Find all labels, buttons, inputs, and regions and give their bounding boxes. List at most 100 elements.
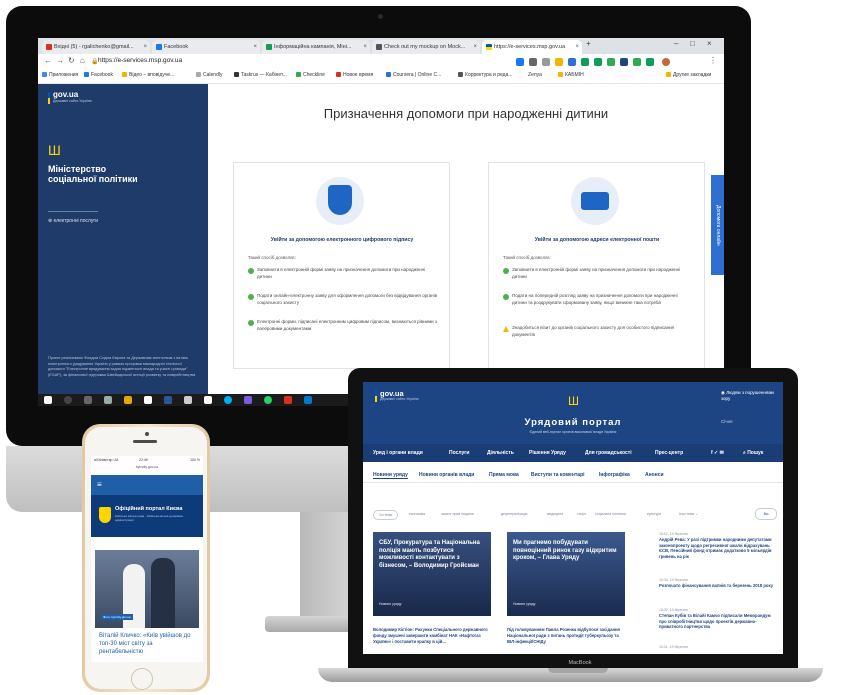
tab-gov-news[interactable]: Новини уряду [373, 472, 408, 479]
news-card-image[interactable]: Ми прагнемо побудувати повноцінний ринок… [507, 532, 625, 616]
app-icon[interactable] [204, 396, 212, 404]
nav-item[interactable]: Для громадськості [585, 450, 632, 456]
help-online-button[interactable]: Допомога онлайн [711, 175, 724, 275]
bookmark-item[interactable]: Відео – вповідуче... [122, 72, 174, 78]
nav-item[interactable]: Послуги [449, 450, 469, 456]
side-news-item[interactable]: 18:02, 19 березня Андрій Рева: У разі пі… [659, 532, 779, 559]
reload-icon[interactable]: ↻ [68, 56, 75, 65]
windows-start-icon[interactable] [44, 396, 52, 404]
search-link[interactable]: ⌕ Пошук [743, 450, 763, 456]
extension-icon[interactable] [620, 58, 628, 66]
search-icon[interactable] [64, 396, 72, 404]
browser-tab[interactable]: Інформаційна кампанія, Міні... × [262, 40, 370, 54]
task-view-icon[interactable] [84, 396, 92, 404]
topic-pill[interactable]: економіка [409, 510, 425, 518]
close-window-icon[interactable]: × [707, 39, 712, 48]
outlook-icon[interactable] [304, 396, 312, 404]
tab-speeches[interactable]: Виступи та коментарі [531, 472, 585, 478]
topic-pill-more[interactable]: Інші теми ⌄ [679, 510, 698, 518]
star-icon[interactable] [542, 58, 550, 66]
nav-item[interactable]: Діяльність [487, 450, 514, 456]
login-link[interactable]: Січня [721, 419, 733, 424]
gov-ua-link[interactable]: gov.ua [53, 90, 78, 99]
tab-infographics[interactable]: Інфографіка [599, 472, 630, 478]
close-tab-icon[interactable]: × [575, 40, 579, 54]
app-icon[interactable] [184, 396, 192, 404]
url-field[interactable]: https://e-services.msp.gov.ua [98, 57, 182, 64]
browser-tab-active[interactable]: https://e-services.msp.gov.ua × [482, 40, 582, 54]
bookmark-item[interactable]: Zenya [528, 72, 542, 78]
news-headline[interactable]: Віталій Кличко: «Київ увійшов до топ-30 … [99, 632, 197, 656]
browser-tab[interactable]: Facebook × [152, 40, 260, 54]
extension-icon[interactable] [594, 58, 602, 66]
topic-pill[interactable]: медицина [547, 510, 563, 518]
bookmark-item[interactable]: Calendly [196, 72, 222, 78]
extension-icon[interactable] [555, 58, 563, 66]
word-icon[interactable] [164, 396, 172, 404]
nav-item[interactable]: Прес-центр [655, 450, 683, 456]
tab-announcements[interactable]: Анонси [645, 472, 664, 478]
kyiv-portal-banner[interactable]: Офіційний портал Києва Київська міська р… [91, 495, 203, 537]
portal-title[interactable]: Урядовий портал [473, 417, 673, 428]
bookmark-item[interactable]: Корректура и реда... [458, 72, 513, 78]
bookmark-item[interactable]: Taskrus — Кабінет... [234, 72, 287, 78]
bookmark-item[interactable]: Facebook [84, 72, 113, 78]
tab-direct-speech[interactable]: Пряма мова [489, 472, 519, 478]
ministry-title[interactable]: Міністерство соціальної політики [48, 164, 148, 184]
side-news-item[interactable]: 16:32, 19 березня Степан Кубів та Вілайі… [659, 608, 779, 630]
kebab-menu-icon[interactable]: ⋮ [709, 56, 717, 65]
extension-icon[interactable] [529, 58, 537, 66]
folder-icon[interactable] [124, 396, 132, 404]
bookmark-item[interactable]: КАБМІН [558, 72, 584, 78]
topic-pill[interactable]: спорт [577, 510, 586, 518]
nav-item[interactable]: Рішення Уряду [529, 450, 566, 456]
topic-pill[interactable]: захист прав людини [441, 510, 474, 518]
topic-pill[interactable]: децентралізація [501, 510, 527, 518]
news-card-image[interactable]: СБУ, Прокуратура та Національна поліція … [373, 532, 491, 616]
skype-icon[interactable] [224, 396, 232, 404]
app-icon[interactable] [104, 396, 112, 404]
topic-pill[interactable]: культура [647, 510, 661, 518]
app-icon[interactable] [144, 396, 152, 404]
bookmark-item[interactable]: Coursera | Online C... [386, 72, 441, 78]
nav-item[interactable]: Уряд і органи влади [373, 450, 423, 456]
iphone-home-button[interactable] [131, 668, 153, 690]
browser-tab[interactable]: Вхідні (5) - rgalichenko@gmail... × [42, 40, 150, 54]
extension-icon[interactable] [633, 58, 641, 66]
card-title[interactable]: Увійти за допомогою електронного цифрово… [242, 237, 442, 243]
side-news-item[interactable]: 16:31, 19 березня [659, 645, 779, 649]
browser-tab[interactable]: Check out my mockup on Mock... × [372, 40, 480, 54]
new-tab-icon[interactable]: + [586, 39, 591, 48]
login-card-eds[interactable]: Увійти за допомогою електронного цифрово… [233, 162, 450, 369]
news-search-button[interactable]: Всі [755, 508, 777, 520]
maximize-icon[interactable]: □ [690, 39, 695, 48]
minimize-icon[interactable]: – [674, 39, 678, 48]
bookmark-item[interactable]: Новое время [336, 72, 373, 78]
bookmark-item[interactable]: Приложения [42, 72, 78, 78]
forward-icon[interactable]: → [56, 56, 64, 65]
login-card-email[interactable]: Увійти за допомогою адреси електронної п… [488, 162, 705, 369]
news-card-caption[interactable]: Володимир Кістіон: Рахунки Спеціального … [373, 627, 491, 645]
topic-pill[interactable]: соціальна політика [595, 510, 626, 518]
whatsapp-icon[interactable] [264, 396, 272, 404]
tab-authorities-news[interactable]: Новини органів влади [419, 472, 474, 478]
extension-icon[interactable] [607, 58, 615, 66]
accessibility-link[interactable]: ◉ Людям з порушеннями зору [721, 390, 779, 401]
extension-icon[interactable] [646, 58, 654, 66]
news-card-caption[interactable]: Під головуванням Павла Розенка відбулося… [507, 627, 625, 645]
extension-icon[interactable] [516, 58, 524, 66]
side-news-item[interactable]: 16:34, 19 березня Розпочато фінансування… [659, 578, 779, 589]
profile-avatar[interactable] [662, 58, 670, 66]
close-tab-icon[interactable]: × [473, 40, 477, 54]
news-photo[interactable]: Фото: kyivcity.gov.ua [95, 550, 199, 628]
pdf-icon[interactable] [284, 396, 292, 404]
viber-icon[interactable] [244, 396, 252, 404]
home-icon[interactable]: ⌂ [80, 56, 85, 65]
hamburger-menu-icon[interactable]: ≡ [97, 481, 102, 489]
bookmark-item[interactable]: Другие закладки [666, 72, 711, 78]
close-tab-icon[interactable]: × [143, 40, 147, 54]
extension-icon[interactable] [581, 58, 589, 66]
close-tab-icon[interactable]: × [253, 40, 257, 54]
bookmark-item[interactable]: Checkline [296, 72, 325, 78]
back-icon[interactable]: ← [44, 56, 52, 65]
